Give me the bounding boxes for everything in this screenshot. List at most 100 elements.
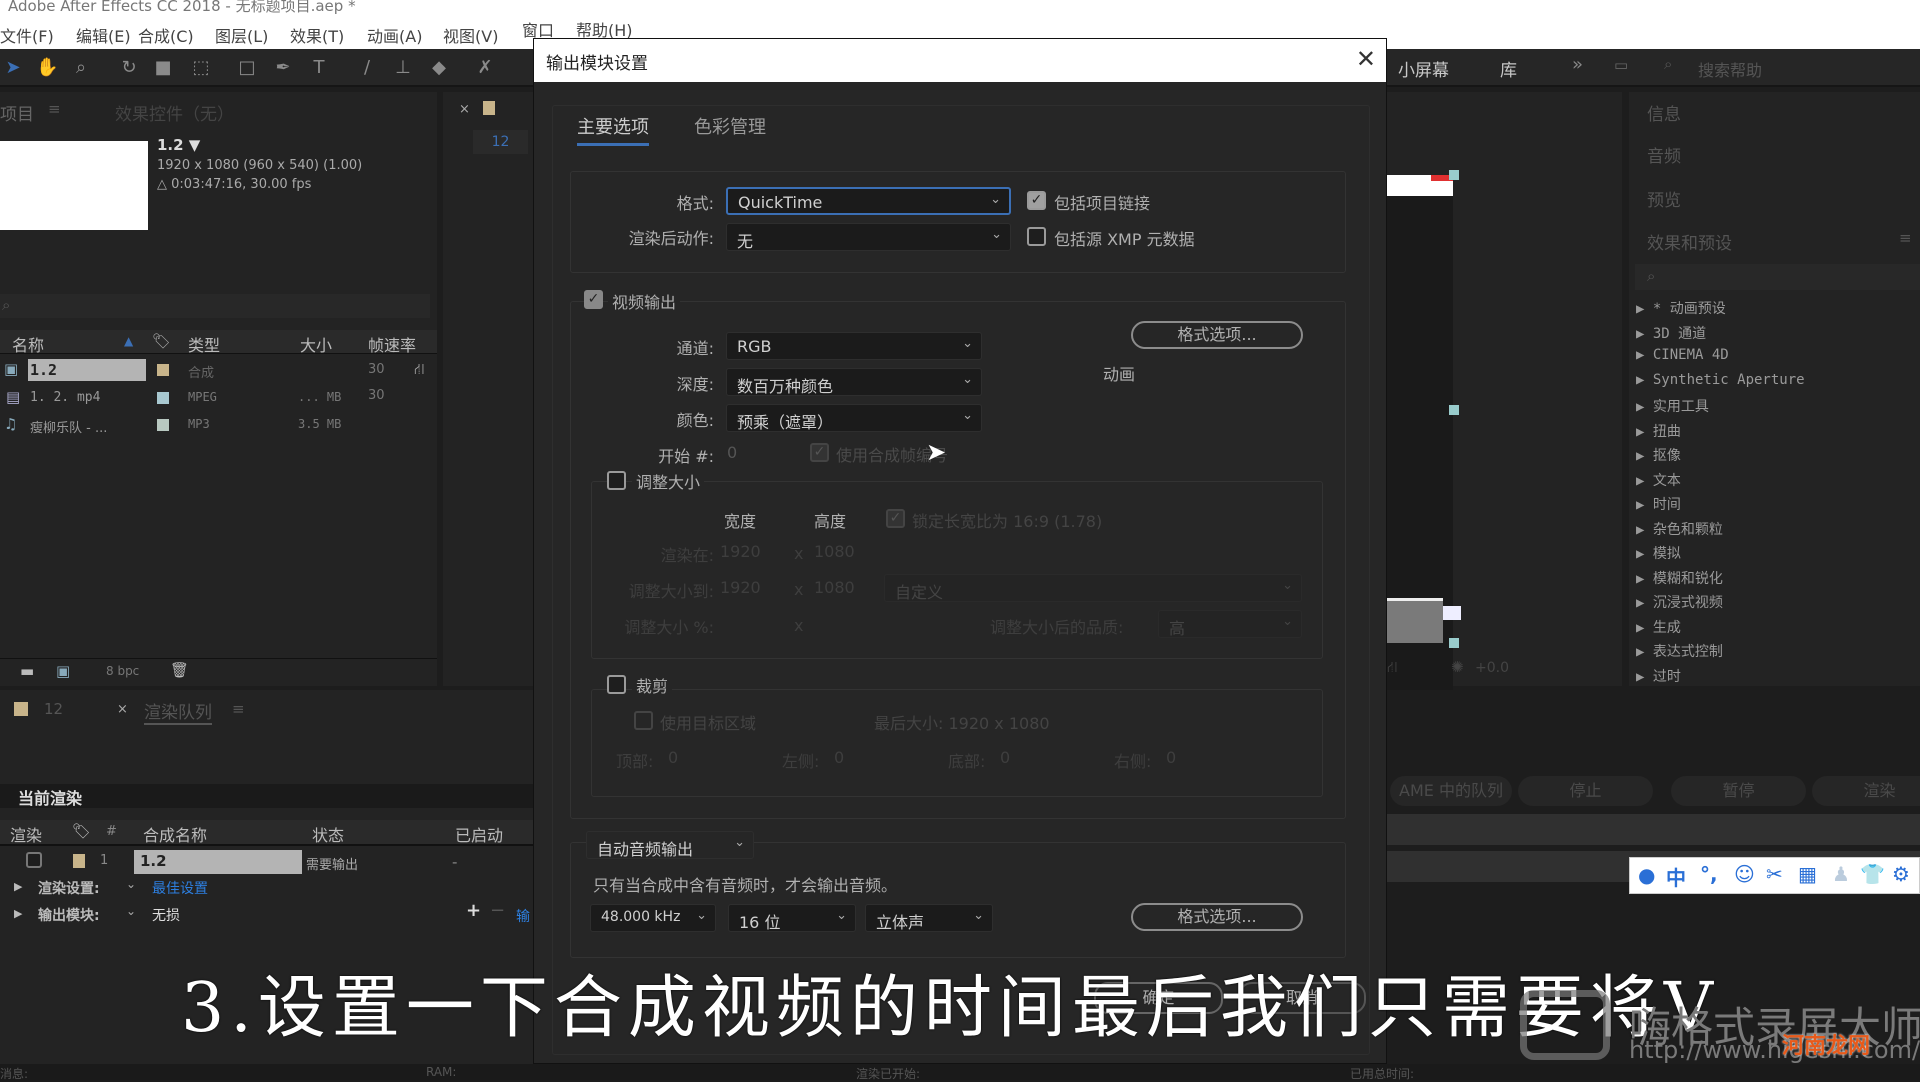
- layer-handle[interactable]: [1449, 638, 1459, 648]
- col-type[interactable]: 类型: [188, 332, 220, 356]
- effects-category[interactable]: ▶ 表达式控制: [1636, 641, 1723, 661]
- selection-tool-icon[interactable]: ➤: [2, 57, 24, 79]
- trash-icon[interactable]: 🗑: [170, 661, 189, 679]
- menu-edit[interactable]: 编辑(E): [76, 23, 131, 47]
- effects-category[interactable]: ▶ 模拟: [1636, 543, 1681, 563]
- effects-category[interactable]: ▶ 时间: [1636, 494, 1681, 514]
- panel-effects-presets[interactable]: 效果和预设: [1647, 229, 1732, 254]
- render-checkbox[interactable]: [26, 852, 42, 868]
- new-folder-icon[interactable]: ▬: [20, 662, 34, 680]
- effects-category[interactable]: ▶ 生成: [1636, 617, 1681, 637]
- menu-view[interactable]: 视图(V): [443, 23, 498, 47]
- audio-format-options-button[interactable]: 格式选项...: [1131, 903, 1303, 931]
- render-settings-dropdown[interactable]: ⌄: [126, 877, 136, 891]
- label-color[interactable]: [157, 364, 169, 376]
- ame-queue-button[interactable]: AME 中的队列: [1390, 776, 1512, 806]
- effects-category[interactable]: ▶ Synthetic Aperture: [1636, 372, 1805, 388]
- effects-category[interactable]: ▶ 过时: [1636, 666, 1681, 686]
- resize-checkbox[interactable]: [607, 471, 626, 490]
- resize-preset-select[interactable]: 自定义 ⌄: [884, 574, 1302, 602]
- panel-menu-icon[interactable]: ≡: [232, 700, 245, 718]
- ime-mode[interactable]: 中: [1666, 862, 1686, 891]
- crop-left-input[interactable]: 0: [834, 748, 844, 767]
- effects-category[interactable]: ▶ CINEMA 4D: [1636, 347, 1729, 363]
- comp-name[interactable]: 1.2 ▼: [157, 136, 200, 154]
- label-color[interactable]: [157, 392, 169, 404]
- resize-height-input[interactable]: 1080: [814, 578, 855, 597]
- workspace-more[interactable]: »: [1572, 54, 1583, 75]
- stop-button[interactable]: 停止: [1518, 776, 1653, 806]
- label-icon[interactable]: 🏷: [152, 332, 171, 350]
- tab-main-options[interactable]: 主要选项: [577, 113, 649, 146]
- crop-right-input[interactable]: 0: [1166, 748, 1176, 767]
- effects-category[interactable]: ▶ 沉浸式视频: [1636, 592, 1723, 612]
- tab-effect-controls[interactable]: 效果控件（无）: [115, 100, 234, 125]
- video-format-options-button[interactable]: 格式选项...: [1131, 321, 1303, 349]
- pen-tool-icon[interactable]: ✒: [272, 57, 294, 79]
- video-output-checkbox[interactable]: ✓: [584, 290, 603, 309]
- render-queue-row[interactable]: 1 1.2 需要输出 -: [0, 849, 533, 875]
- user-icon[interactable]: ♟: [1832, 862, 1850, 886]
- channels-select[interactable]: RGB ⌄: [726, 332, 982, 360]
- text-tool-icon[interactable]: T: [308, 57, 330, 79]
- bit-depth-button[interactable]: 8 bpc: [106, 664, 139, 678]
- resize-quality-select[interactable]: 高 ⌄: [1158, 610, 1302, 638]
- expand-icon[interactable]: ▶: [14, 907, 22, 920]
- pan-behind-tool-icon[interactable]: ⬚: [190, 57, 212, 79]
- camera-tool-icon[interactable]: ■: [152, 57, 174, 79]
- audio-output-mode-select[interactable]: 自动音频输出 ⌄: [586, 831, 754, 859]
- table-row[interactable]: ▤ 1. 2. mp4 MPEG ... MB 30: [0, 386, 437, 412]
- keyboard-icon[interactable]: ▦: [1798, 862, 1817, 886]
- effects-search-input[interactable]: ⌕: [1635, 264, 1920, 290]
- help-search-input[interactable]: 搜索帮助: [1698, 57, 1762, 81]
- crop-bottom-input[interactable]: 0: [1000, 748, 1010, 767]
- crop-checkbox[interactable]: [607, 675, 626, 694]
- post-render-select[interactable]: 无 ⌄: [726, 223, 1011, 251]
- close-icon[interactable]: ✕: [1356, 45, 1376, 73]
- exposure-icon[interactable]: ✺: [1451, 658, 1464, 676]
- remove-output-icon[interactable]: −: [490, 900, 505, 921]
- col-name[interactable]: 名称: [12, 332, 44, 356]
- table-row[interactable]: ♫ 瘦柳乐队 - ... MP3 3.5 MB: [0, 413, 437, 439]
- use-comp-frame-checkbox[interactable]: ✓: [810, 443, 829, 462]
- close-icon[interactable]: ×: [459, 102, 470, 117]
- menu-animation[interactable]: 动画(A): [367, 23, 422, 47]
- panel-menu-icon[interactable]: ≡: [1899, 229, 1912, 247]
- zoom-tool-icon[interactable]: ⌕: [70, 57, 92, 79]
- menu-file[interactable]: 文件(F): [0, 23, 54, 47]
- render-settings-link[interactable]: 最佳设置: [152, 878, 208, 898]
- new-composition-icon[interactable]: ▣: [56, 662, 70, 680]
- label-icon[interactable]: 🏷: [72, 822, 91, 840]
- effects-category[interactable]: ▶ * 动画预设: [1636, 298, 1726, 318]
- sort-ascending-icon[interactable]: ▲: [124, 334, 133, 348]
- eraser-tool-icon[interactable]: ◆: [428, 57, 450, 79]
- rectangle-tool-icon[interactable]: □: [236, 57, 258, 79]
- effects-category[interactable]: ▶ 文本: [1636, 470, 1681, 490]
- tab-color-management[interactable]: 色彩管理: [694, 113, 766, 139]
- color-select[interactable]: 预乘（遮罩） ⌄: [726, 404, 982, 432]
- sync-icon[interactable]: ▭: [1614, 56, 1628, 74]
- effects-category[interactable]: ▶ 3D 通道: [1636, 323, 1706, 343]
- effects-category[interactable]: ▶ 杂色和颗粒: [1636, 519, 1723, 539]
- depth-select[interactable]: 数百万种颜色 ⌄: [726, 368, 982, 396]
- exposure-value[interactable]: +0.0: [1475, 660, 1509, 676]
- menu-layer[interactable]: 图层(L): [215, 23, 268, 47]
- audio-channels-select[interactable]: 立体声 ⌄: [865, 904, 993, 932]
- effects-category[interactable]: ▶ 模糊和锐化: [1636, 568, 1723, 588]
- effects-category[interactable]: ▶ 扭曲: [1636, 421, 1681, 441]
- format-select[interactable]: QuickTime ⌄: [726, 187, 1011, 215]
- workspace-library[interactable]: 库: [1500, 56, 1517, 81]
- scissors-icon[interactable]: ✂: [1766, 862, 1783, 886]
- menu-composition[interactable]: 合成(C): [138, 23, 194, 47]
- viewer-region-icon[interactable]: ⛙: [1387, 658, 1398, 678]
- workspace-small-screen[interactable]: 小屏幕: [1398, 56, 1449, 81]
- close-icon[interactable]: ×: [117, 702, 128, 717]
- settings-icon[interactable]: ⚙: [1892, 862, 1910, 886]
- emoji-icon[interactable]: ☺: [1734, 862, 1755, 886]
- layer-handle[interactable]: [1449, 170, 1459, 180]
- label-color[interactable]: [157, 419, 169, 431]
- panel-audio[interactable]: 音频: [1647, 142, 1681, 167]
- table-row[interactable]: ▣ 1.2 合成 30 ⛙: [0, 358, 437, 384]
- clone-stamp-tool-icon[interactable]: ⊥: [392, 57, 414, 79]
- resize-width-input[interactable]: 1920: [720, 578, 761, 597]
